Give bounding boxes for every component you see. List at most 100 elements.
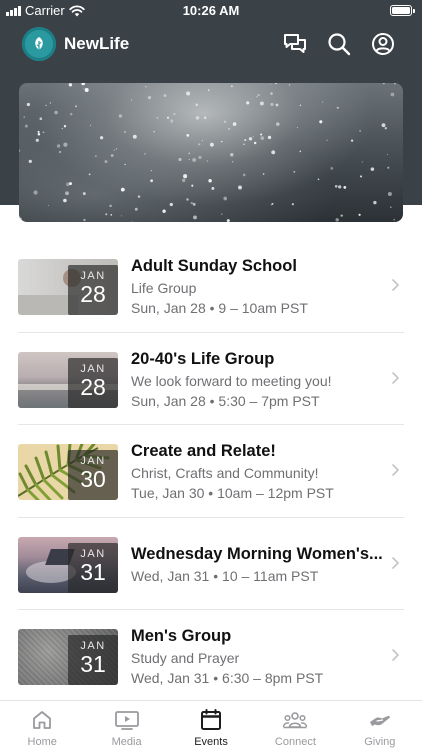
- snowflake: [228, 128, 230, 130]
- event-datetime: Wed, Jan 31 • 10 – 11am PST: [131, 567, 319, 584]
- tab-events[interactable]: Events: [169, 701, 253, 750]
- snowflake: [270, 92, 273, 95]
- snowflake: [358, 213, 361, 216]
- snowflake: [90, 124, 92, 126]
- snowflake: [54, 110, 58, 115]
- snowflake: [192, 202, 196, 206]
- snowflake: [188, 158, 190, 160]
- status-time: 10:26 AM: [182, 3, 240, 18]
- snowflake: [63, 198, 67, 203]
- tab-connect[interactable]: Connect: [253, 701, 337, 750]
- snowflake: [39, 117, 43, 120]
- snowflake: [242, 173, 246, 177]
- snowflake: [81, 83, 86, 86]
- tab-home[interactable]: Home: [0, 701, 84, 750]
- snowflake: [120, 187, 125, 192]
- event-row-adult-sunday-school[interactable]: JAN 28 Adult Sunday School Life Group Su…: [18, 240, 404, 333]
- snowflake: [188, 152, 190, 155]
- app-bar: NewLife: [0, 24, 422, 64]
- snowflake: [150, 179, 153, 183]
- event-row-life-group[interactable]: JAN 28 20-40's Life Group We look forwar…: [18, 333, 404, 425]
- snowflake: [56, 144, 61, 148]
- snowflake: [88, 173, 91, 176]
- snowflake: [63, 125, 67, 128]
- snowflake: [178, 157, 182, 162]
- status-bar: Carrier 10:26 AM: [0, 0, 422, 22]
- snowflake: [204, 116, 207, 119]
- snowflake: [336, 106, 339, 109]
- snowflake: [162, 209, 166, 213]
- snowflake: [246, 101, 250, 105]
- search-button[interactable]: [326, 31, 352, 57]
- date-badge: JAN 31: [68, 542, 118, 593]
- event-row-wednesday-women[interactable]: JAN 31 Wednesday Morning Women's... Wed,…: [18, 518, 404, 610]
- snowflake: [259, 101, 264, 106]
- snowflake: [373, 200, 377, 205]
- snowflake: [343, 185, 347, 189]
- chevron-right-icon: [392, 371, 399, 384]
- snowflake: [387, 166, 390, 169]
- snowflake: [208, 178, 212, 183]
- snowflake: [319, 120, 323, 124]
- tab-label: Giving: [364, 736, 396, 748]
- snowflake: [83, 218, 86, 222]
- tab-bar: Home Media Events Connect Giving: [0, 700, 422, 750]
- snowflake: [296, 126, 298, 129]
- snowflake: [109, 204, 112, 208]
- event-row-create-and-relate[interactable]: JAN 30 Create and Relate! Christ, Crafts…: [18, 425, 404, 518]
- app-actions: [282, 31, 396, 57]
- hero-image[interactable]: [19, 83, 403, 222]
- snowflake: [317, 178, 320, 181]
- snowflake: [195, 116, 200, 120]
- snowflake: [163, 94, 167, 97]
- date-month: JAN: [80, 362, 106, 375]
- snowflake: [144, 153, 146, 155]
- chevron-right-icon: [392, 279, 399, 291]
- snowflake: [260, 136, 265, 140]
- snowflake: [134, 207, 138, 211]
- snowflake: [382, 83, 385, 85]
- snowflake: [150, 169, 153, 172]
- snowflake: [389, 206, 392, 209]
- snowflake: [387, 192, 392, 196]
- snowflake: [186, 91, 191, 96]
- giving-icon: [369, 715, 390, 726]
- snowflake: [181, 178, 186, 183]
- app-logo[interactable]: [22, 27, 56, 61]
- snowflake: [170, 119, 174, 123]
- snowflake: [23, 116, 25, 118]
- snowflake: [156, 116, 159, 119]
- tab-media[interactable]: Media: [84, 701, 168, 750]
- snowflake: [173, 112, 176, 116]
- event-datetime: Sun, Jan 28 • 5:30 – 7pm PST: [131, 392, 320, 409]
- tab-giving[interactable]: Giving: [338, 701, 422, 750]
- snowflake: [299, 150, 302, 153]
- snowflake: [171, 122, 173, 123]
- snowflake: [183, 174, 188, 179]
- snowflake: [370, 167, 375, 171]
- snowflake: [270, 203, 273, 206]
- profile-button[interactable]: [370, 31, 396, 57]
- tab-label: Connect: [274, 736, 316, 748]
- snowflake: [58, 150, 62, 154]
- event-row-mens-group[interactable]: JAN 31 Men's Group Study and Prayer Wed,…: [18, 610, 404, 703]
- chat-button[interactable]: [282, 31, 308, 57]
- snowflake: [33, 190, 38, 195]
- event-title: Wednesday Morning Women's...: [131, 544, 383, 563]
- snowflake: [94, 155, 97, 158]
- snowflake: [209, 142, 214, 147]
- snowflake: [226, 219, 230, 222]
- snowflake: [65, 191, 69, 196]
- snowflake: [394, 83, 396, 85]
- snowflake: [63, 142, 68, 147]
- snowflake: [359, 130, 361, 132]
- snowflake: [83, 87, 85, 89]
- event-text: Adult Sunday School Life Group Sun, Jan …: [131, 257, 386, 316]
- snowflake: [252, 135, 254, 138]
- snowflake: [68, 83, 73, 87]
- event-datetime: Wed, Jan 31 • 6:30 – 8pm PST: [131, 670, 324, 686]
- snowflake: [145, 86, 147, 88]
- snowflake: [269, 83, 271, 85]
- snowflake: [361, 161, 363, 163]
- snowflake: [104, 160, 108, 164]
